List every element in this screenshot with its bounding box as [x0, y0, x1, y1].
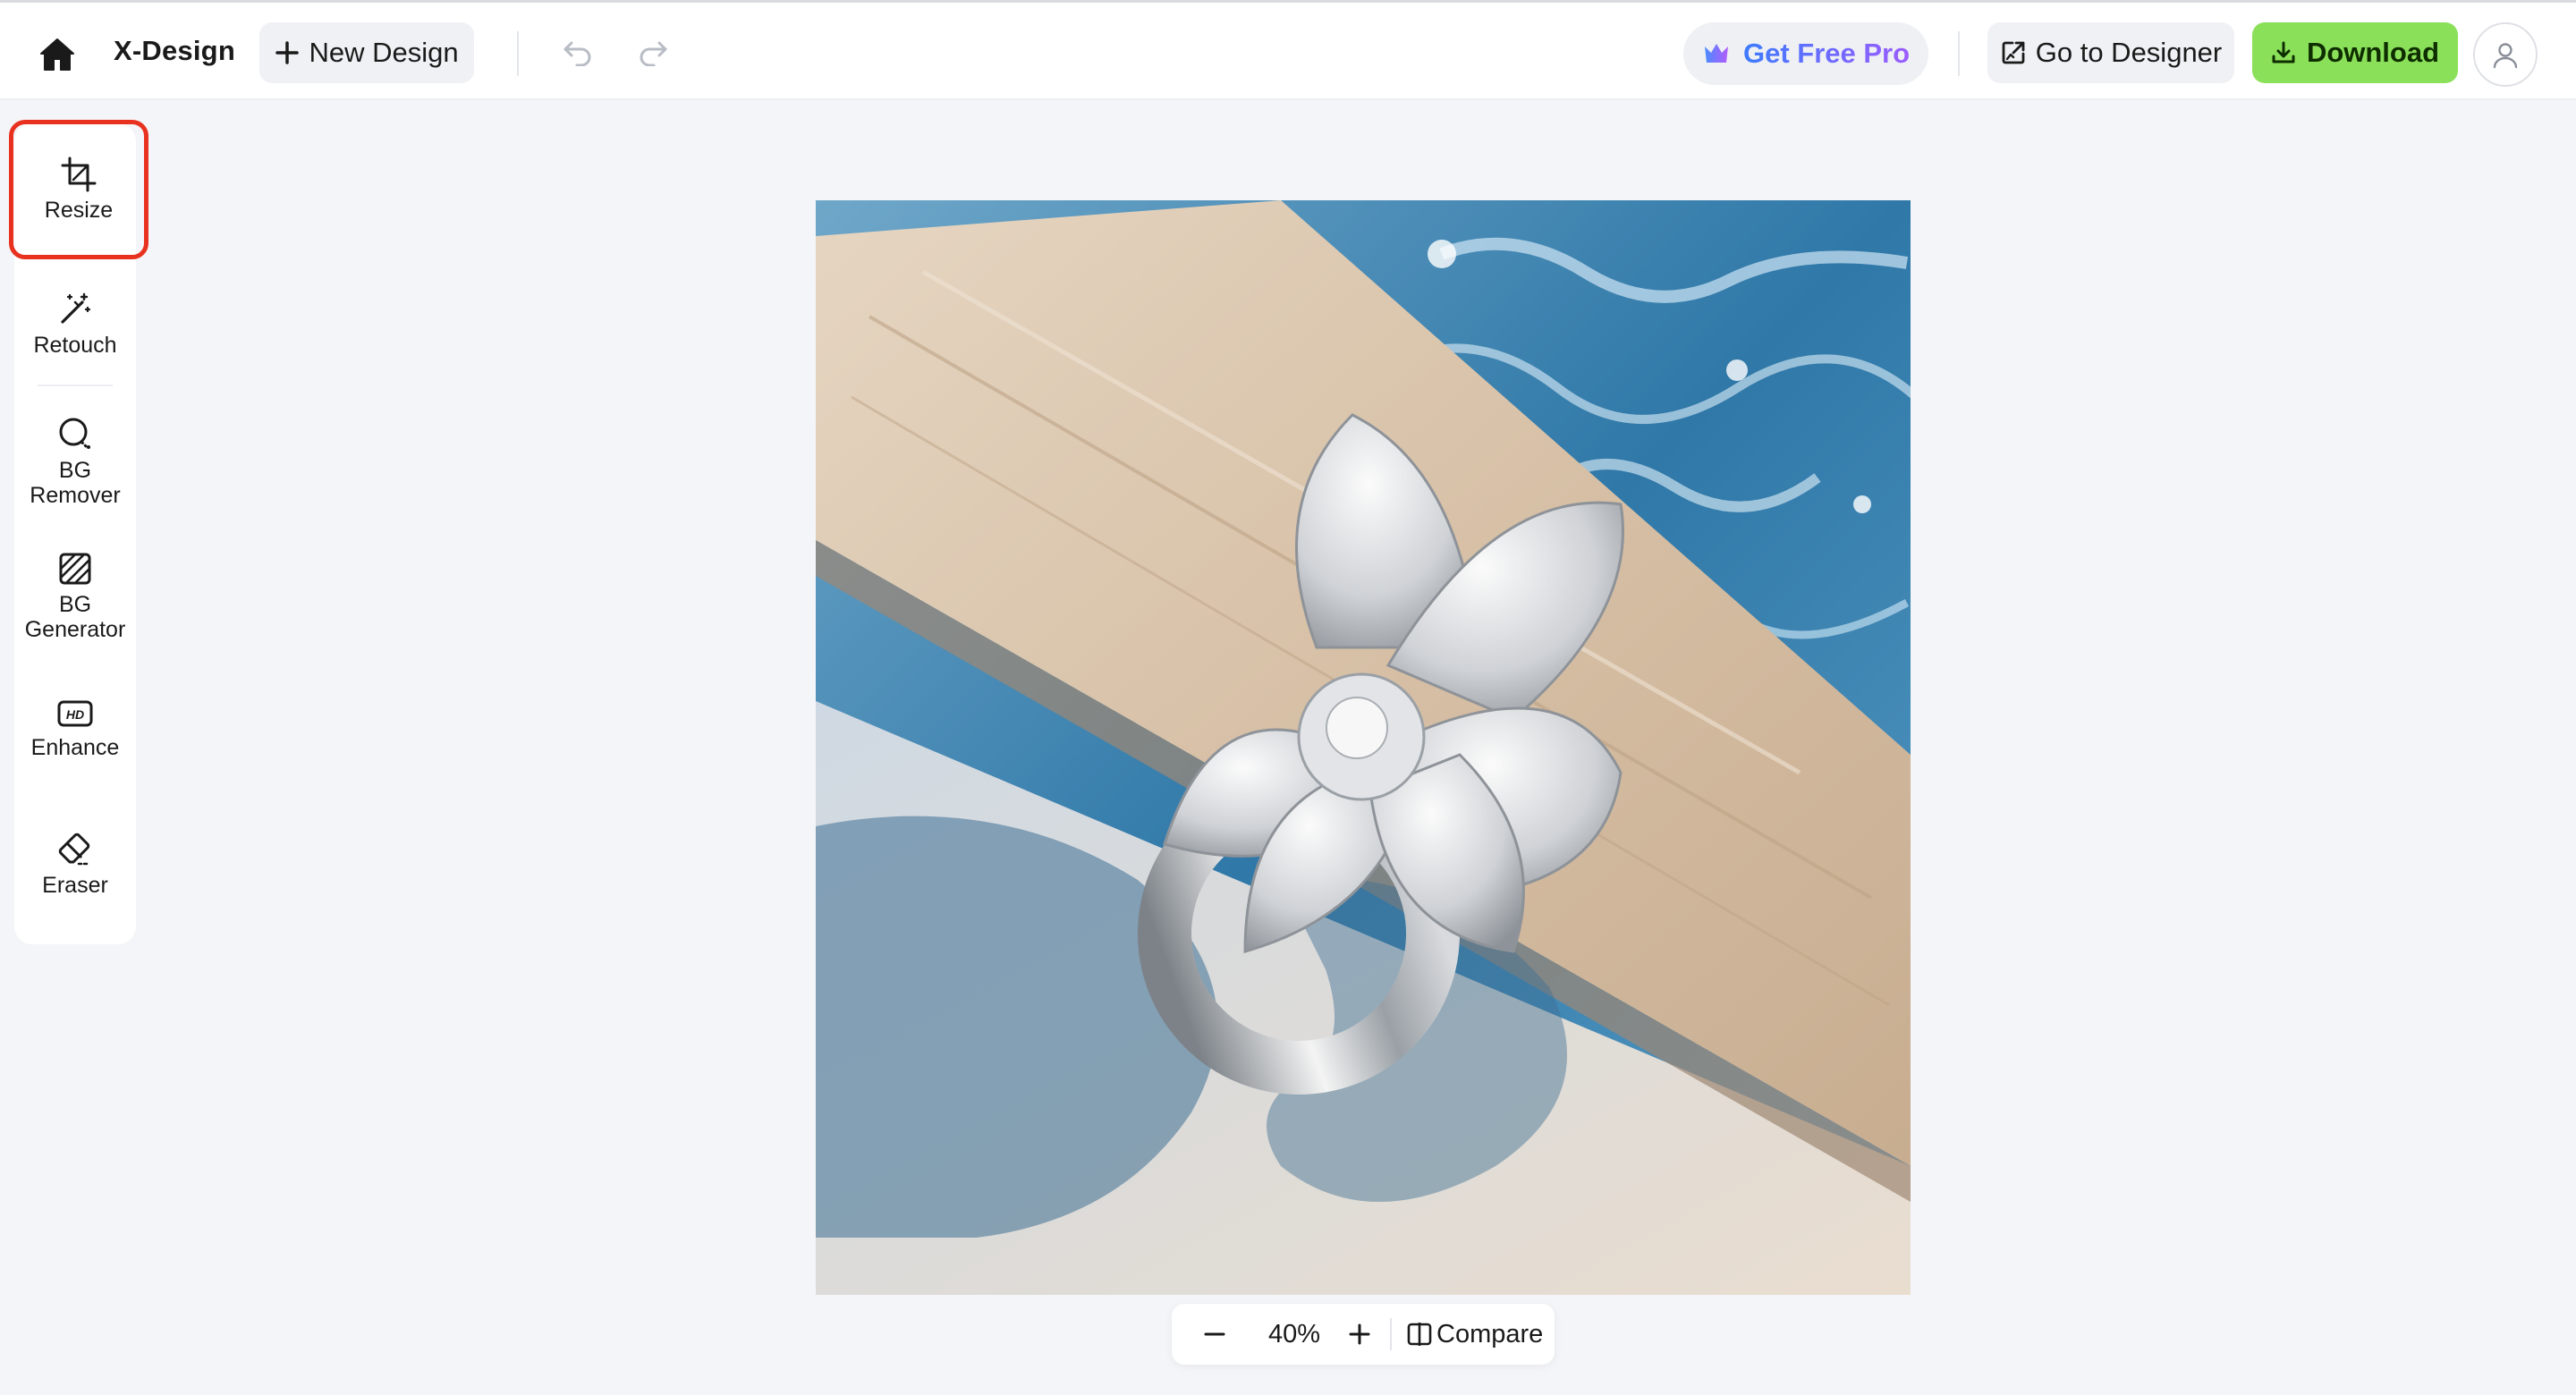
- tool-eraser-label: Eraser: [42, 873, 108, 898]
- undo-button[interactable]: [556, 33, 599, 72]
- bg-generator-icon: [59, 553, 91, 585]
- tool-retouch-label: Retouch: [33, 333, 117, 358]
- download-icon: [2272, 41, 2295, 63]
- canvas-image[interactable]: [816, 200, 1911, 1295]
- new-design-button[interactable]: New Design: [259, 22, 474, 83]
- eraser-icon: [58, 833, 91, 866]
- user-avatar-button[interactable]: [2473, 22, 2538, 87]
- tool-enhance-label: Enhance: [30, 735, 120, 760]
- sidebar-divider: [38, 385, 113, 386]
- download-label: Download: [2306, 37, 2440, 68]
- tool-eraser[interactable]: Eraser: [14, 832, 136, 898]
- zoom-in-button[interactable]: [1340, 1315, 1379, 1354]
- redo-button[interactable]: [631, 33, 674, 72]
- compare-icon: [1407, 1323, 1432, 1346]
- bg-remover-icon: [59, 418, 90, 449]
- plus-icon: [1349, 1323, 1370, 1345]
- divider: [517, 31, 519, 76]
- divider: [1390, 1318, 1392, 1350]
- user-icon: [2493, 43, 2518, 69]
- undo-icon: [564, 41, 591, 66]
- ring-photo: [816, 200, 1911, 1295]
- minus-icon: [1204, 1332, 1225, 1336]
- magic-wand-icon: [61, 292, 91, 324]
- open-designer-icon: [2002, 41, 2025, 64]
- hd-icon: HD: [57, 700, 93, 727]
- brand-name: X-Design: [114, 35, 235, 66]
- home-icon: [40, 38, 74, 71]
- tool-bg-remover-label: BG Remover: [30, 458, 121, 508]
- tool-enhance[interactable]: HD Enhance: [14, 698, 136, 760]
- home-button[interactable]: [32, 30, 82, 80]
- tool-bg-generator[interactable]: BG Generator: [14, 551, 136, 642]
- tool-retouch[interactable]: Retouch: [14, 292, 136, 358]
- tools-sidebar: Resize Retouch BG Remover BG Generator H…: [9, 120, 148, 944]
- top-bar: X-Design New Design Get Free Pro Go to D…: [0, 0, 2576, 100]
- compare-button[interactable]: Compare: [1406, 1315, 1543, 1354]
- zoom-out-button[interactable]: [1195, 1315, 1234, 1354]
- tool-bg-generator-label: BG Generator: [24, 592, 126, 642]
- crown-icon: [1704, 44, 1728, 63]
- tool-resize-label: Resize: [44, 198, 114, 223]
- get-free-pro-label: Get Free Pro: [1742, 38, 1911, 69]
- redo-icon: [640, 41, 667, 66]
- tool-resize[interactable]: Resize: [9, 120, 148, 259]
- zoom-toolbar: 40% Compare: [1172, 1304, 1555, 1365]
- plus-icon: [275, 41, 300, 64]
- go-to-designer-label: Go to Designer: [2035, 37, 2223, 68]
- new-design-label: New Design: [309, 37, 459, 68]
- tool-bg-remover[interactable]: BG Remover: [14, 415, 136, 508]
- download-button[interactable]: Download: [2252, 22, 2458, 83]
- divider: [1958, 31, 1960, 76]
- compare-label: Compare: [1436, 1319, 1544, 1348]
- get-free-pro-button[interactable]: Get Free Pro: [1683, 22, 1928, 85]
- zoom-level: 40%: [1267, 1320, 1321, 1348]
- svg-text:HD: HD: [66, 707, 84, 722]
- crop-icon: [61, 156, 97, 192]
- go-to-designer-button[interactable]: Go to Designer: [1987, 22, 2234, 83]
